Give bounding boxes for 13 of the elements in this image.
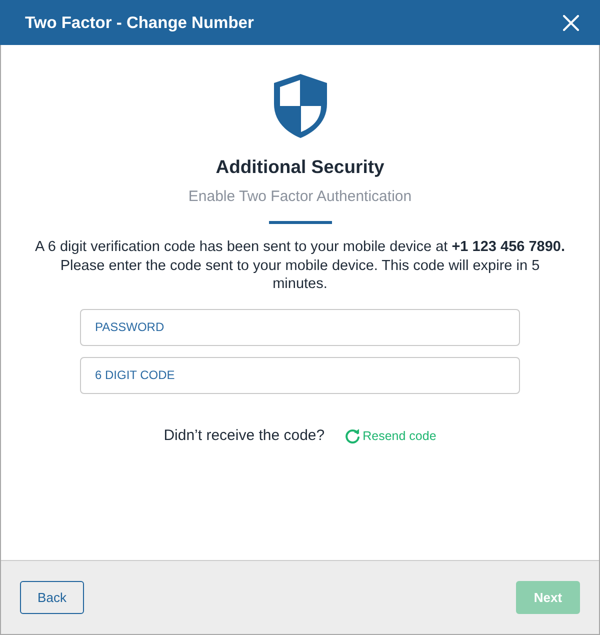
back-button[interactable]: Back [20, 581, 84, 614]
dialog-title: Two Factor - Change Number [25, 12, 254, 32]
message-text: A 6 digit verification code has been sent to your mobile device at +1 123 456 7890. Please enter the code sent to your mobile device. This code will expire in 5 minutes. [34, 238, 566, 294]
input-field[interactable]: 6 DIGIT CODE [80, 356, 520, 394]
refresh-icon [344, 429, 360, 444]
shield-icon [274, 74, 326, 138]
close-icon [563, 14, 579, 30]
heading: Additional Security [216, 155, 384, 179]
input-field[interactable]: PASSWORD [80, 308, 520, 346]
subheading: Enable Two Factor Authentication [188, 187, 412, 207]
resend-prompt: Didn’t receive the code? [164, 426, 325, 446]
resend-link[interactable]: Resend code [344, 427, 436, 446]
accent-rule [268, 221, 332, 224]
